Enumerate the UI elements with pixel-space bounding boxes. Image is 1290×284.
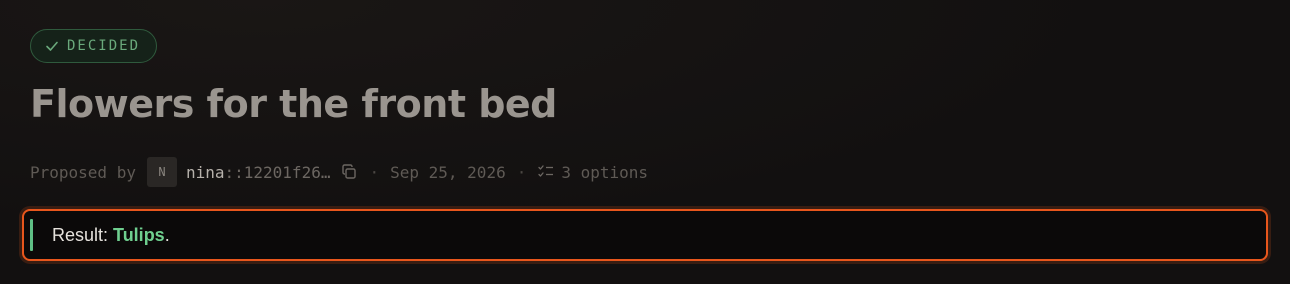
- result-banner: Result: Tulips.: [22, 209, 1268, 261]
- copy-icon[interactable]: [340, 163, 358, 181]
- result-value: Tulips: [113, 224, 165, 245]
- options-count: 3 options: [561, 162, 649, 182]
- result-prefix: Result:: [52, 224, 114, 245]
- user-id: ::12201f26…: [224, 162, 331, 182]
- result-accent-bar: [30, 219, 33, 251]
- status-badge: DECIDED: [30, 29, 158, 63]
- meta-separator: ·: [369, 162, 380, 182]
- check-icon: [45, 39, 59, 53]
- avatar: N: [146, 157, 177, 187]
- proposed-by-label: Proposed by: [30, 162, 136, 182]
- proposal-card: DECIDED Flowers for the front bed Propos…: [0, 0, 1290, 284]
- checklist-icon: [537, 163, 555, 181]
- meta-separator: ·: [516, 162, 527, 182]
- user-name: nina: [185, 162, 225, 182]
- result-suffix: .: [164, 224, 170, 245]
- proposal-meta: Proposed by N nina ::12201f26… · Sep 25,…: [30, 156, 648, 188]
- page-title: Flowers for the front bed: [30, 82, 557, 126]
- result-text: Result: Tulips.: [52, 225, 170, 246]
- proposal-date: Sep 25, 2026: [390, 162, 506, 182]
- status-label: DECIDED: [67, 38, 141, 54]
